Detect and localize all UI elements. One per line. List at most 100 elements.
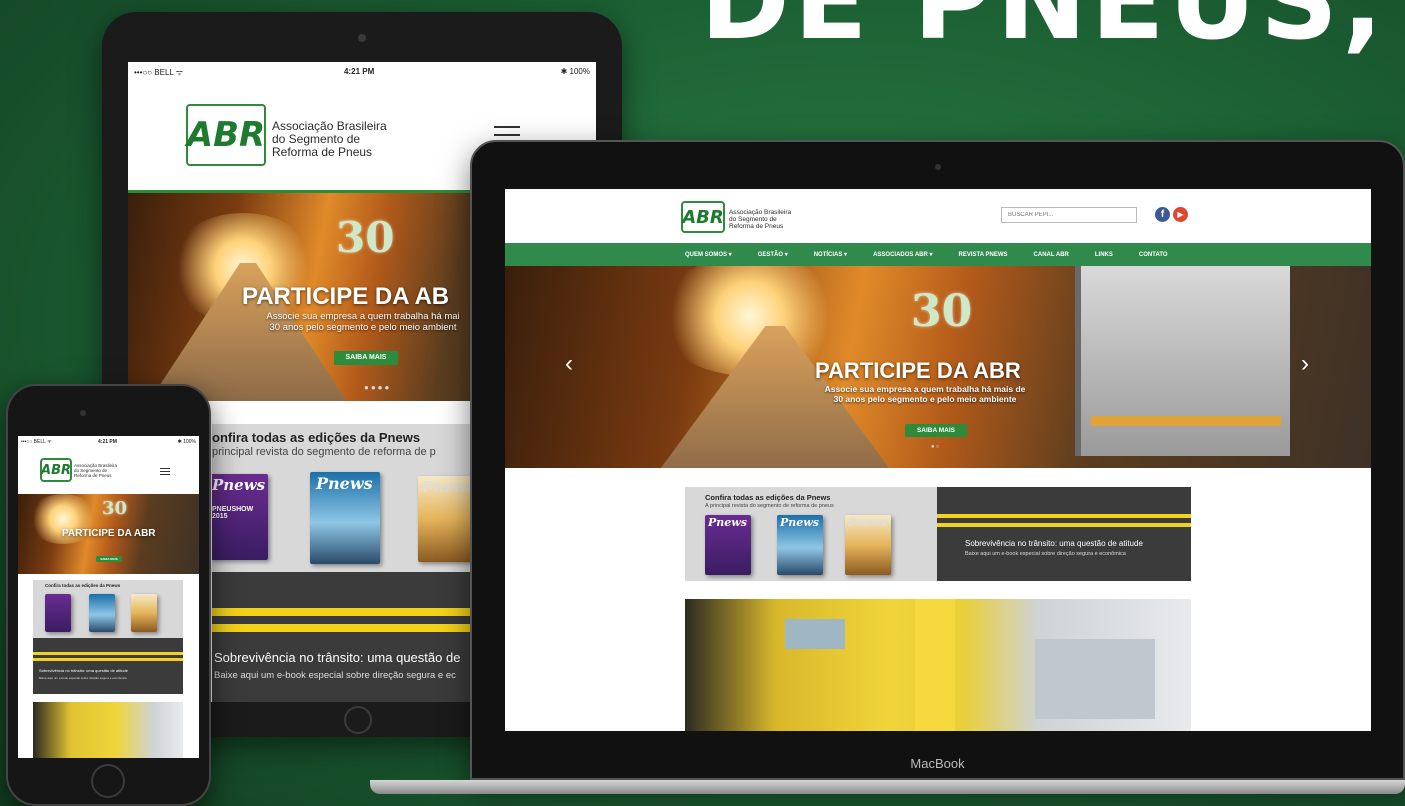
facebook-icon[interactable]: f [1155,207,1170,222]
pnews-banner[interactable]: Confira todas as edições da Pnews [33,580,183,638]
prev-arrow-icon[interactable]: ‹ [565,350,573,378]
search-input[interactable] [1001,207,1137,223]
status-battery: ✱ 100% [560,67,590,76]
laptop-device: ABR Associação Brasileira do Segmento de… [470,140,1405,780]
camera-icon [80,410,86,416]
status-bar: •••○○ BELL ᯤ 4:21 PM ✱ 100% [18,436,199,448]
logo-line-3: Reforma de Pneus [272,145,373,160]
magazine-cover-2[interactable]: Pnews [310,472,380,564]
magazine-cover-1[interactable]: Pnews [705,515,751,575]
nav-quem-somos[interactable]: QUEM SOMOS ▾ [685,251,732,258]
next-arrow-icon[interactable]: › [1301,350,1309,378]
nav-canal[interactable]: CANAL ABR [1034,252,1069,258]
magazine-cover-3[interactable]: Pnews [418,476,478,562]
nav-contato[interactable]: CONTATO [1139,252,1168,258]
phone-device: •••○○ BELL ᯤ 4:21 PM ✱ 100% ABR Associaç… [6,384,211,806]
pnews-subtitle: principal revista do segmento de reforma… [212,446,436,458]
phone-screen: •••○○ BELL ᯤ 4:21 PM ✱ 100% ABR Associaç… [18,436,199,758]
anniversary-badge: 30 [102,498,127,519]
hero-subtitle-1: Associe sua empresa a quem trabalha há m… [266,311,460,322]
ebook-title: Sobrevivência no trânsito: uma questão d… [214,650,461,665]
logo-line-3: Reforma de Pneus [74,472,112,478]
hero-slider[interactable]: 30 PARTICIPE DA ABR Associe sua empresa … [505,266,1371,468]
ebook-subtitle: Baixe aqui um e-book especial sobre dire… [965,551,1126,557]
laptop-brand: MacBook [910,756,965,771]
cover-label: Pnews [212,476,266,494]
nav-revista[interactable]: REVISTA PNEWS [959,252,1008,258]
truck-image [1075,266,1290,456]
nav-gestao[interactable]: GESTÃO ▾ [758,251,788,258]
saiba-mais-button[interactable]: SAIBA MAIS [334,351,398,365]
event-photo[interactable] [685,599,1191,731]
status-time: 4:21 PM [98,439,117,445]
hero-title: PARTICIPE DA AB [242,283,450,310]
cover-headline: PNEUSHOW 2015 [212,506,254,520]
saiba-mais-button[interactable]: SAIBA MAIS [905,424,967,437]
hero-slider[interactable]: 30 PARTICIPE DA ABR SAIBA MAIS [18,494,199,574]
magazine-cover-3[interactable]: Pnews [845,515,891,575]
site-logo[interactable]: ABR Associação Brasileira do Segmento de… [186,100,466,170]
hero-subtitle-2: 30 anos pelo segmento e pelo meio ambien… [833,394,1017,404]
pnews-title: Confira todas as edições da Pnews [705,493,831,502]
hero-subtitle-2: 30 anos pelo segmento e pelo meio ambien… [269,322,457,333]
logo-line-2: do Segmento de [729,216,777,224]
slider-dots[interactable]: ●○ [931,444,940,450]
pnews-subtitle: A principal revista do segmento de refor… [705,503,834,509]
ebook-title: Sobrevivência no trânsito: uma questão d… [965,539,1143,548]
headline: DE PNEUS, [700,0,1387,64]
home-button-icon[interactable] [91,764,125,798]
ebook-banner[interactable]: Sobrevivência no trânsito: uma questão d… [33,638,183,694]
status-bar: •••○○ BELL ᯤ 4:21 PM ✱ 100% [128,62,596,82]
nav-associados[interactable]: ASSOCIADOS ABR ▾ [873,251,932,258]
anniversary-number: 30 [102,498,128,519]
hero-title: PARTICIPE DA ABR [815,358,1021,383]
logo-line-3: Reforma de Pneus [729,223,784,231]
pnews-title: Confira todas as edições da Pnews [45,583,121,588]
anniversary-badge: 30 [336,213,394,262]
hero-subtitle-1: Associe sua empresa a quem trabalha há m… [824,384,1026,394]
home-button-icon[interactable] [344,706,372,734]
pnews-title: onfira todas as edições da Pnews [212,430,421,445]
main-nav: QUEM SOMOS ▾ GESTÃO ▾ NOTÍCIAS ▾ ASSOCIA… [505,243,1371,266]
status-carrier: •••○○ BELL ᯤ [134,68,184,77]
ebook-banner[interactable]: Sobrevivência no trânsito: uma questão d… [937,487,1191,581]
cover-label: Pnews [708,516,747,529]
hamburger-menu-icon[interactable] [160,468,170,476]
anniversary-number: 30 [336,213,395,262]
status-battery: ✱ 100% [177,439,196,445]
abr-logo-icon: ABR [186,104,266,166]
abr-logo-icon: ABR [40,458,72,482]
nav-noticias[interactable]: NOTÍCIAS ▾ [814,251,847,258]
anniversary-number: 30 [911,286,973,337]
youtube-icon[interactable]: ▶ [1173,207,1188,222]
cover-label-2: Pnews [780,516,819,529]
abr-logo-icon: ABR [681,201,725,233]
magazine-cover-2[interactable]: Pnews [777,515,823,575]
anniversary-badge: 30 [911,286,972,337]
status-carrier: •••○○ BELL ᯤ [21,439,52,445]
magazine-cover-1[interactable]: Pnews PNEUSHOW 2015 [212,474,268,560]
magazine-cover-1[interactable] [45,594,71,632]
magazine-cover-2[interactable] [89,594,115,632]
cover-label-2: Pnews [316,474,373,493]
saiba-mais-button[interactable]: SAIBA MAIS [96,556,122,562]
pnews-banner[interactable]: Confira todas as edições da Pnews A prin… [685,487,937,581]
nav-links[interactable]: LINKS [1095,252,1113,258]
logo-line-1: Associação Brasileira [729,209,792,216]
camera-icon [935,164,941,170]
ebook-subtitle: Baixe aqui um e-book especial sobre dire… [214,670,456,681]
laptop-base [370,780,1405,794]
laptop-screen: ABR Associação Brasileira do Segmento de… [505,189,1371,731]
cover-label-3: Pnews [848,516,887,529]
ebook-subtitle: Baixe aqui um e-book especial sobre dire… [39,676,127,680]
hero-title: PARTICIPE DA ABR [62,528,156,539]
ebook-title: Sobrevivência no trânsito: uma questão d… [39,668,128,673]
slider-dots[interactable]: ●●●● [364,383,391,392]
camera-icon [358,34,366,42]
cover-label-3: Pnews [422,478,476,496]
site-logo[interactable]: ABR Associação Brasileira do Segmento de… [681,197,821,237]
site-logo[interactable]: ABR Associação Brasileira do Segmento de… [40,456,150,486]
event-photo[interactable] [33,702,183,758]
status-time: 4:21 PM [344,67,375,76]
magazine-cover-3[interactable] [131,594,157,632]
